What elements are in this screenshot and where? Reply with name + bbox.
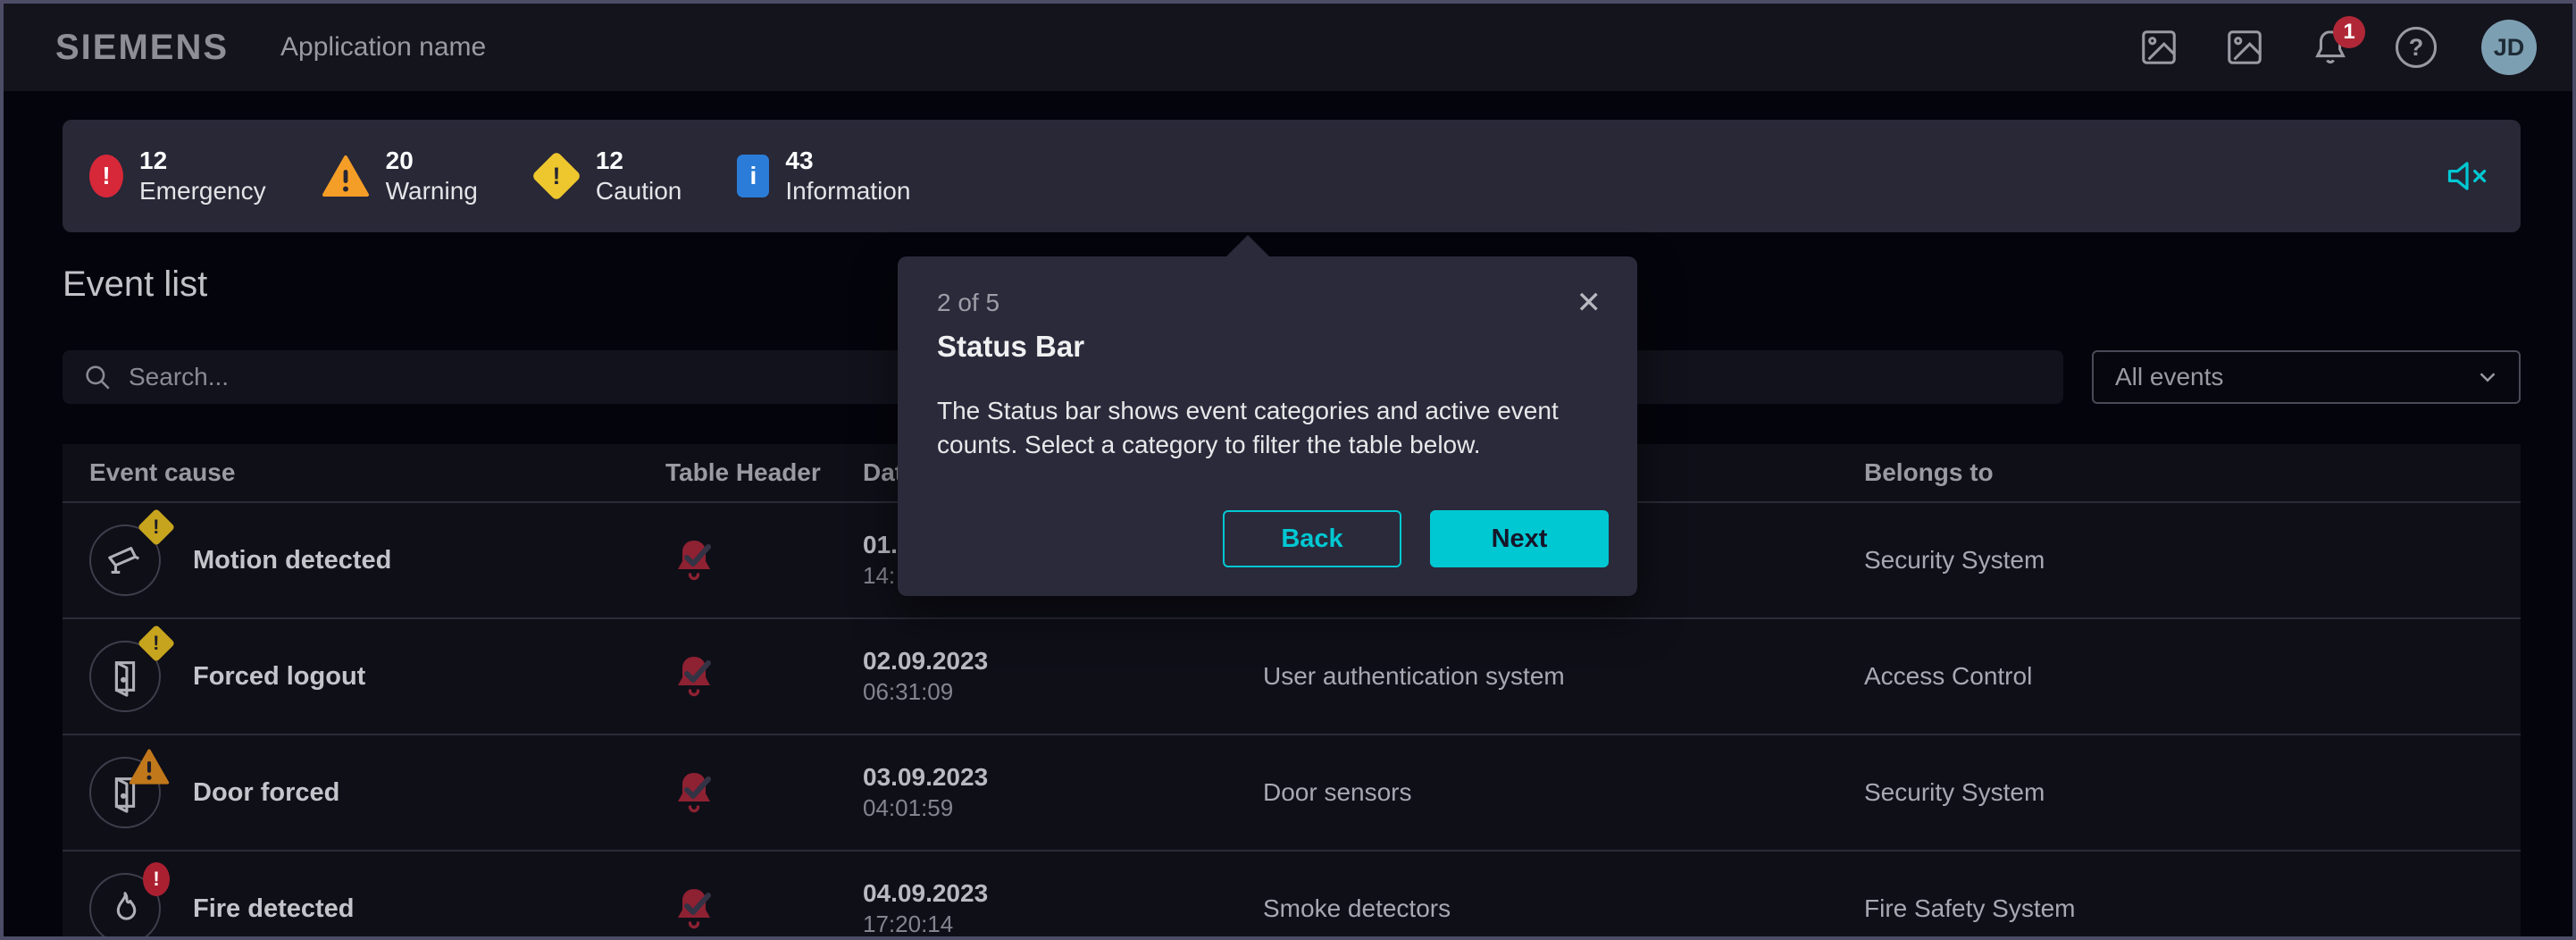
status-bar: ! 12 Emergency 20 Warning [63,120,2521,232]
caution-diamond-icon: ! [531,151,582,202]
status-item-caution[interactable]: ! 12 Caution [533,146,682,206]
event-time: 04:01:59 [863,793,1263,824]
information-icon: i [737,155,769,197]
status-item-information[interactable]: i 43 Information [737,146,910,206]
chevron-down-icon [2474,364,2501,390]
event-source: Smoke detectors [1263,894,1864,923]
event-time: 17:20:14 [863,910,1263,940]
information-label: Information [785,176,910,206]
caution-severity-badge: ! [143,630,170,657]
event-source: Door sensors [1263,778,1864,807]
column-event-cause[interactable]: Event cause [89,458,665,487]
emergency-label: Emergency [139,176,266,206]
notification-count-badge: 1 [2333,16,2365,48]
tour-step-indicator: 2 of 5 [937,289,1598,317]
back-button[interactable]: Back [1223,510,1401,567]
app-window: SIEMENS Application name 1 [0,0,2576,940]
warning-severity-badge [129,746,170,792]
event-date: 04.09.2023 [863,877,1263,910]
alarm-acknowledged-bell-icon[interactable] [665,651,863,702]
popup-title: Status Bar [937,330,1598,364]
warning-label: Warning [386,176,478,206]
event-belongs-to: Fire Safety System [1864,894,2521,923]
flame-icon [105,888,146,929]
event-time: 06:31:09 [863,677,1263,708]
image-icon[interactable] [2138,27,2179,68]
status-item-warning[interactable]: 20 Warning [322,146,478,206]
caution-count: 12 [596,146,682,176]
event-belongs-to: Security System [1864,546,2521,575]
events-filter-value: All events [2115,363,2223,391]
warning-count: 20 [386,146,478,176]
image-icon[interactable] [2224,27,2265,68]
caution-severity-badge: ! [143,514,170,541]
column-table-header[interactable]: Table Header [665,458,863,487]
alarm-acknowledged-bell-icon[interactable] [665,884,863,935]
emergency-severity-badge: ! [143,862,170,896]
alarm-acknowledged-bell-icon[interactable] [665,535,863,586]
event-type-avatar [89,757,161,828]
door-icon [105,656,146,697]
siemens-logo: SIEMENS [55,28,229,68]
user-avatar[interactable]: JD [2481,20,2537,75]
notifications-bell-icon[interactable]: 1 [2310,27,2351,68]
application-name: Application name [280,32,486,63]
top-bar-actions: 1 ? JD [2138,4,2537,91]
event-type-avatar: ! [89,641,161,712]
emergency-count: 12 [139,146,266,176]
caution-label: Caution [596,176,682,206]
event-belongs-to: Access Control [1864,662,2521,691]
event-cause-label: Fire detected [193,894,355,924]
events-filter-dropdown[interactable]: All events [2092,350,2521,404]
event-date: 03.09.2023 [863,761,1263,793]
event-type-avatar: ! [89,873,161,940]
event-source: User authentication system [1263,662,1864,691]
event-cause-label: Motion detected [193,546,391,575]
search-icon [82,362,113,392]
popup-body-text: The Status bar shows event categories an… [937,394,1598,462]
event-type-avatar: ! [89,525,161,596]
mute-speaker-icon[interactable] [2444,120,2490,232]
event-cause-label: Door forced [193,778,339,808]
event-belongs-to: Security System [1864,778,2521,807]
status-item-emergency[interactable]: ! 12 Emergency [89,146,266,206]
top-bar: SIEMENS Application name 1 [4,4,2572,91]
table-row[interactable]: ! Fire detected 04.09.2023 17:20:14 Smok… [63,850,2521,940]
information-count: 43 [785,146,910,176]
cctv-camera-icon [105,540,146,581]
warning-triangle-icon [322,155,370,197]
emergency-badge-icon: ! [89,155,123,197]
alarm-acknowledged-bell-icon[interactable] [665,768,863,818]
event-cause-label: Forced logout [193,662,365,692]
help-icon[interactable]: ? [2396,27,2437,68]
close-icon[interactable]: ✕ [1577,285,1602,321]
page-title: Event list [63,264,207,305]
table-row[interactable]: ! Forced logout 02.09.2023 06:31:09 User… [63,617,2521,734]
status-bar-items: ! 12 Emergency 20 Warning [63,146,910,206]
event-date: 02.09.2023 [863,645,1263,677]
table-row[interactable]: Door forced 03.09.2023 04:01:59 Door sen… [63,734,2521,850]
popup-pointer-arrow [1226,235,1269,256]
column-belongs-to[interactable]: Belongs to [1864,458,2521,487]
next-button[interactable]: Next [1430,510,1609,567]
tour-popup: 2 of 5 ✕ Status Bar The Status bar shows… [898,256,1637,596]
